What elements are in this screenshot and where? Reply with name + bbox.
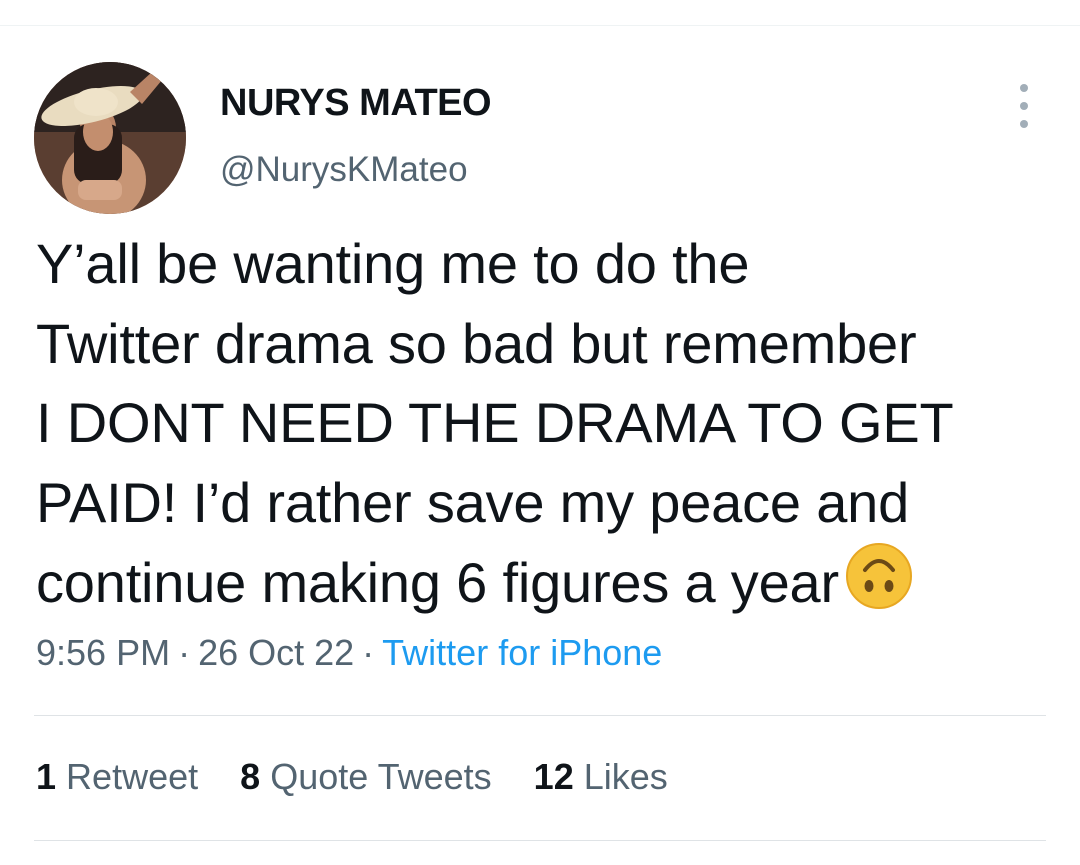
likes-label: Likes [583, 756, 668, 797]
tweet-line: PAID! I’d rather save my peace and [36, 470, 910, 534]
more-options-button[interactable] [1010, 84, 1038, 128]
upside-down-face-icon [845, 542, 913, 610]
avatar[interactable] [34, 62, 186, 214]
tweet-stats: 1 Retweet 8 Quote Tweets 12 Likes [36, 756, 700, 798]
retweets-label: Retweet [66, 756, 199, 797]
tweet-line: I DONT NEED THE DRAMA TO GET [36, 391, 954, 454]
more-dot-icon [1020, 120, 1028, 128]
tweet-time[interactable]: 9:56 PM [36, 632, 170, 673]
avatar-photo [34, 62, 186, 214]
more-dot-icon [1020, 102, 1028, 110]
tweet-text: Y’all be wanting me to do the Twitter dr… [36, 224, 1046, 623]
likes-stat[interactable]: 12 Likes [534, 756, 668, 798]
tweet-source-link[interactable]: Twitter for iPhone [382, 632, 662, 673]
likes-count: 12 [533, 756, 574, 797]
quote-tweets-stat[interactable]: 8 Quote Tweets [240, 756, 492, 798]
tweet-date[interactable]: 26 Oct 22 [198, 632, 354, 673]
tweet-line: Y’all be wanting me to do the [36, 232, 750, 295]
author-handle[interactable]: @NurysKMateo [220, 150, 468, 190]
top-divider [0, 25, 1080, 26]
retweets-stat[interactable]: 1 Retweet [36, 756, 198, 798]
tweet-line: Twitter drama so bad but remember [36, 311, 917, 375]
quote-tweets-label: Quote Tweets [270, 756, 492, 797]
meta-separator: · [362, 632, 375, 673]
divider [34, 840, 1046, 841]
retweets-count: 1 [36, 756, 57, 797]
more-dot-icon [1020, 84, 1028, 92]
divider [34, 715, 1046, 716]
tweet-line-text: continue making 6 figures a year [36, 551, 839, 614]
meta-separator: · [178, 632, 191, 673]
author-name[interactable]: NURYS MATEO [220, 82, 492, 125]
quote-tweets-count: 8 [240, 756, 261, 797]
tweet-meta: 9:56 PM · 26 Oct 22 · Twitter for iPhone [36, 632, 662, 674]
tweet-line: continue making 6 figures a year [36, 542, 1046, 623]
